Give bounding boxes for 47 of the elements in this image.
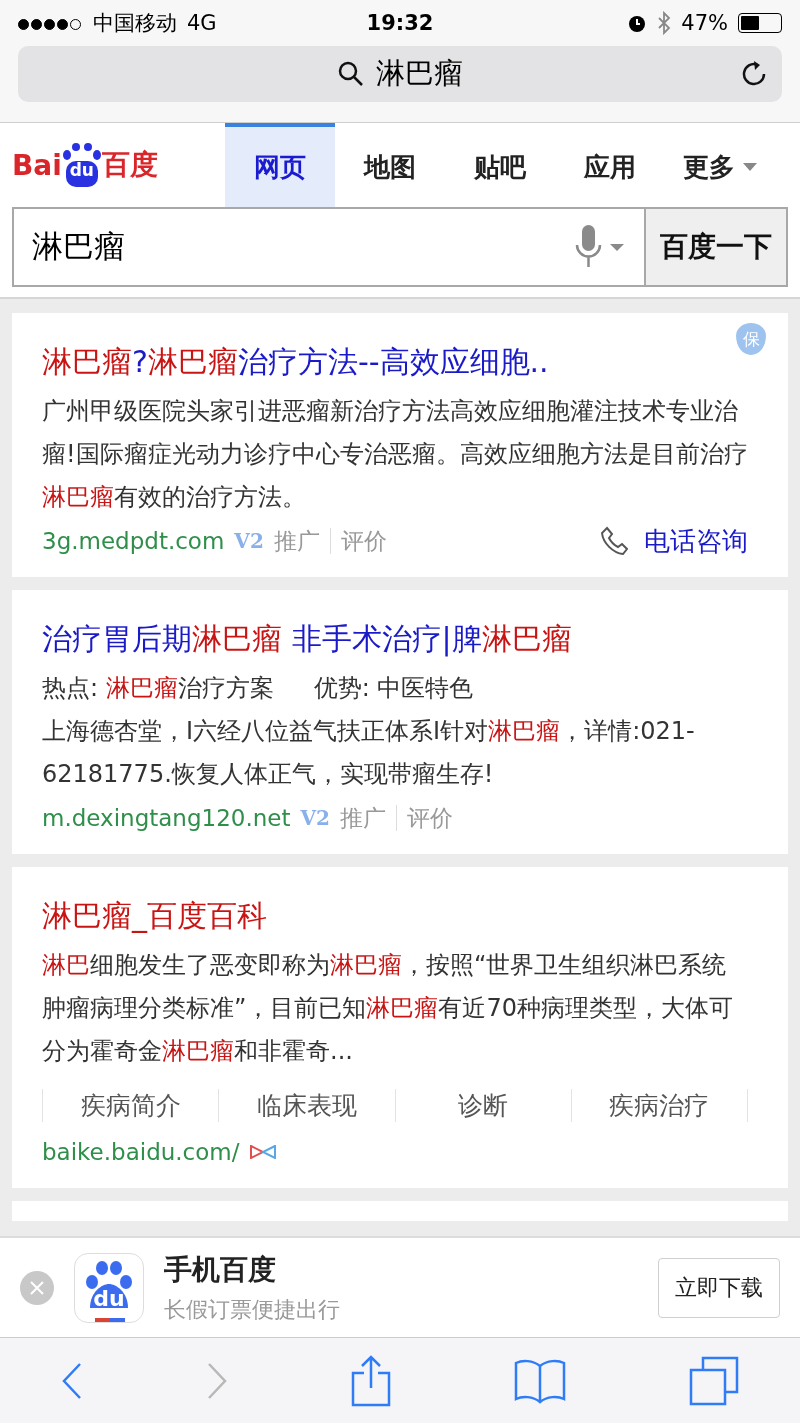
search-icon: [337, 61, 364, 87]
clock: 19:32: [366, 11, 434, 35]
section-link[interactable]: 疾病治疗: [570, 1089, 748, 1122]
guarantee-badge: 保: [736, 323, 766, 355]
phone-link[interactable]: 电话咨询: [600, 523, 748, 559]
app-tagline: 长假订票便捷出行: [164, 1295, 341, 1324]
section-link[interactable]: 临床表现: [218, 1089, 395, 1122]
app-name: 手机百度: [164, 1251, 277, 1288]
nav-tab[interactable]: 地图: [335, 123, 445, 207]
nav-tab[interactable]: 网页: [225, 123, 335, 207]
result-url: m.dexingtang120.net: [42, 805, 291, 831]
result-snippet: 热点: 淋巴瘤治疗方案: [42, 673, 274, 704]
phone-icon: [600, 526, 628, 556]
reload-icon[interactable]: [740, 60, 768, 88]
result-title[interactable]: 淋巴瘤_百度百科: [42, 893, 748, 938]
address-bar[interactable]: 淋巴瘤: [18, 46, 782, 102]
nav-tab[interactable]: 贴吧: [445, 123, 555, 207]
verified-label: V2: [300, 806, 330, 830]
book-icon[interactable]: [513, 1357, 566, 1404]
download-button[interactable]: 立即下载: [658, 1257, 780, 1318]
bowtie-icon: [249, 1145, 276, 1159]
promo-label: 推广: [273, 526, 320, 556]
app-icon: du: [74, 1252, 144, 1323]
bluetooth-icon: [657, 11, 672, 35]
baidu-logo[interactable]: Bai du 百度: [0, 123, 225, 207]
share-icon[interactable]: [351, 1354, 391, 1407]
result-snippet: 广州甲级医院头家引进恶瘤新治疗方法高效应细胞灌注技术专业治瘤!国际瘤症光动力诊疗中心专治恶瘤。高效应细胞方法是目前治疗 淋巴瘤有效的治疗方法。: [42, 396, 748, 513]
result-snippet: 上海德杏堂，I六经八位益气扶正体系I针对淋巴瘤，详情:021-62181775.恢复人体正气，实现带瘤生存!: [42, 716, 696, 790]
nav-tab[interactable]: 更多: [665, 123, 775, 207]
result-snippet: 优势: 中医特色: [313, 673, 474, 704]
result-url: 3g.medpdt.com: [42, 528, 225, 554]
result-url: baike.baidu.com/: [42, 1139, 240, 1165]
carrier: 中国移动: [93, 10, 177, 37]
close-icon: [29, 1279, 45, 1296]
battery-icon: [738, 13, 782, 33]
promo-label: 推广: [339, 803, 386, 833]
back-icon[interactable]: [61, 1361, 84, 1400]
nav-tab[interactable]: 应用: [555, 123, 665, 207]
tabs-icon[interactable]: [688, 1355, 739, 1406]
verified-label: V2: [234, 529, 264, 553]
section-link[interactable]: 诊断: [394, 1089, 571, 1122]
result-title[interactable]: 治疗胃后期淋巴瘤 非手术治疗|脾淋巴瘤: [42, 616, 748, 661]
section-link[interactable]: 疾病简介: [42, 1089, 219, 1122]
alarm-icon: [627, 13, 648, 33]
network-type: 4G: [187, 11, 217, 35]
battery-percent: 47%: [681, 11, 728, 35]
result-snippet: 淋巴细胞发生了恶变即称为淋巴瘤，按照“世界卫生组织淋巴系统肿瘤病理分类标准”，目前已知淋巴瘤有近70种病理类型，大体可分为霍奇金淋巴瘤和非霍奇...: [42, 950, 734, 1067]
